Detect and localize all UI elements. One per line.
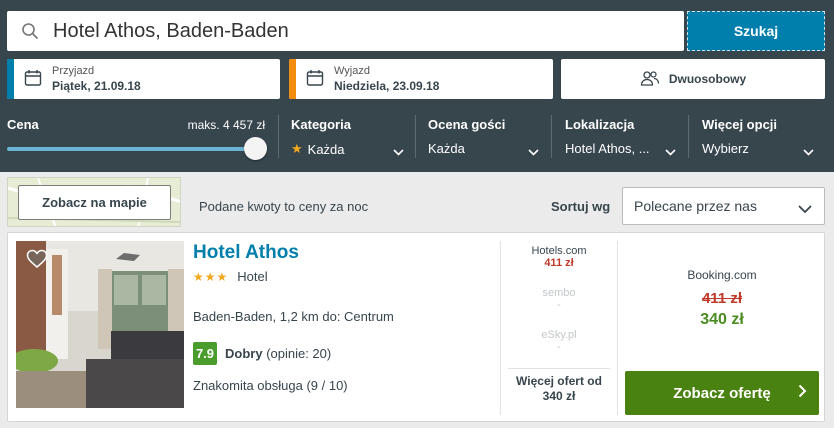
checkin-label: Przyjazd: [52, 65, 95, 77]
room-type-label: Dwuosobowy: [668, 72, 747, 86]
guest-rating[interactable]: 7.9 Dobry (opinie: 20): [193, 342, 331, 365]
chevron-down-icon: [528, 143, 539, 161]
offer-sembo: sembo -: [508, 287, 610, 311]
room-type-selector[interactable]: Dwuosobowy: [561, 59, 825, 99]
calendar-icon: [24, 69, 42, 92]
offer-price: 411 zł: [544, 257, 574, 269]
old-price: 411 zł: [701, 290, 743, 307]
search-header: Hotel Athos, Baden-Baden Szukaj Przyjazd…: [0, 0, 834, 172]
guest-rating-filter-value: Każda: [428, 141, 465, 156]
guest-rating-filter[interactable]: Ocena gości Każda: [428, 110, 550, 162]
best-offer: Booking.com 411 zł 340 zł: [625, 268, 819, 329]
price-slider-track[interactable]: [7, 147, 255, 151]
offer-hotels-com[interactable]: Hotels.com 411 zł: [508, 245, 610, 269]
rating-label: Dobry: [225, 346, 263, 361]
checkin-date-field[interactable]: Przyjazd Piątek, 21.09.18: [7, 59, 280, 99]
filter-divider: [278, 115, 279, 158]
offer-price: -: [557, 299, 561, 311]
guest-rating-filter-title: Ocena gości: [428, 117, 506, 132]
checkout-value: Niedziela, 23.09.18: [334, 79, 440, 93]
view-map-button[interactable]: Zobacz na mapie: [18, 185, 171, 220]
checkin-accent: [7, 59, 14, 99]
price-max-value: maks. 4 457 zł: [187, 118, 265, 132]
chevron-down-icon: [393, 143, 404, 161]
offer-provider: Hotels.com: [531, 245, 587, 257]
filter-divider: [415, 115, 416, 158]
price-filter-title: Cena: [7, 117, 39, 132]
sort-label: Sortuj wg: [551, 199, 611, 214]
more-offers-link[interactable]: Więcej ofert od 340 zł: [508, 374, 610, 404]
favorite-heart-icon[interactable]: [26, 249, 48, 274]
review-count: (opinie: 20): [266, 346, 332, 361]
offer-provider: eSky.pl: [541, 329, 577, 341]
star-icon: ★: [291, 141, 303, 156]
search-input[interactable]: Hotel Athos, Baden-Baden: [53, 20, 289, 43]
more-offers-label: Więcej ofert od: [516, 374, 602, 388]
view-offer-button[interactable]: Zobacz ofertę: [625, 371, 819, 415]
best-price: 340 zł: [700, 311, 744, 328]
offer-price: -: [557, 341, 561, 353]
chevron-down-icon: [803, 143, 814, 161]
offer-esky: eSky.pl -: [508, 329, 610, 353]
chevron-down-icon: [798, 201, 812, 217]
hotel-category: ★★★ Hotel: [193, 269, 268, 284]
filter-divider: [688, 115, 689, 158]
location-filter-value: Hotel Athos, ...: [565, 141, 650, 156]
offer-list: Hotels.com 411 zł sembo - eSky.pl -: [508, 245, 610, 371]
calendar-icon: [306, 69, 324, 92]
checkin-value: Piątek, 21.09.18: [52, 79, 141, 93]
rating-score-badge: 7.9: [193, 342, 217, 365]
more-options-filter[interactable]: Więcej opcji Wybierz: [702, 110, 825, 162]
category-filter[interactable]: Kategoria ★ Każda: [291, 110, 415, 162]
price-filter: Cena maks. 4 457 zł: [7, 110, 269, 162]
hotel-name-link[interactable]: Hotel Athos: [193, 242, 299, 264]
category-filter-value: Każda: [307, 141, 345, 157]
more-options-title: Więcej opcji: [702, 117, 778, 132]
sort-select-value: Polecane przez nas: [634, 198, 757, 214]
checkout-date-field[interactable]: Wyjazd Niedziela, 23.09.18: [289, 59, 553, 99]
divider: [500, 241, 501, 415]
search-icon: [7, 22, 53, 40]
category-filter-title: Kategoria: [291, 117, 351, 132]
view-offer-label: Zobacz ofertę: [673, 384, 771, 402]
more-options-value: Wybierz: [702, 141, 749, 156]
star-rating-icon: ★★★: [193, 269, 229, 284]
search-button[interactable]: Szukaj: [687, 11, 825, 51]
sort-select[interactable]: Polecane przez nas: [622, 187, 825, 225]
hotel-photo[interactable]: [16, 241, 184, 408]
chevron-right-icon: [798, 384, 807, 402]
location-filter[interactable]: Lokalizacja Hotel Athos, ...: [565, 110, 687, 162]
best-offer-provider: Booking.com: [687, 268, 757, 282]
service-rating: Znakomita obsługa (9 / 10): [193, 378, 348, 393]
price-slider-handle[interactable]: [244, 137, 267, 160]
offer-provider: sembo: [542, 287, 576, 299]
hotel-result-card: Hotel Athos ★★★ Hotel Baden-Baden, 1,2 k…: [7, 232, 825, 422]
chevron-down-icon: [665, 143, 676, 161]
people-icon: [640, 70, 660, 89]
location-filter-title: Lokalizacja: [565, 117, 635, 132]
checkout-accent: [289, 59, 296, 99]
divider: [508, 368, 610, 369]
more-offers-price: 340 zł: [542, 389, 576, 403]
price-note: Podane kwoty to ceny za noc: [199, 199, 369, 214]
hotel-type: Hotel: [237, 269, 268, 284]
map-preview[interactable]: Zobacz na mapie: [7, 177, 181, 227]
search-field[interactable]: Hotel Athos, Baden-Baden: [7, 11, 684, 51]
divider: [617, 241, 618, 415]
filter-divider: [551, 115, 552, 158]
checkout-label: Wyjazd: [334, 65, 370, 77]
hotel-location: Baden-Baden, 1,2 km do: Centrum: [193, 309, 394, 324]
